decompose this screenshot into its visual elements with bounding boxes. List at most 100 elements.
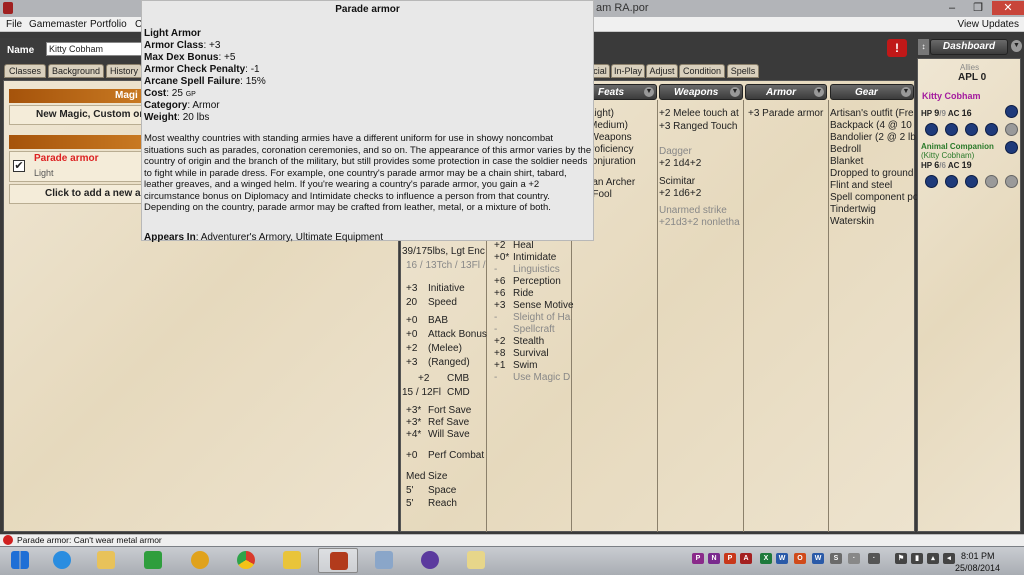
tray-app-icon[interactable]: ·	[868, 553, 880, 564]
tray-app-icon[interactable]: S	[830, 553, 842, 564]
tab-background[interactable]: Background	[48, 64, 104, 78]
tab-history[interactable]: History	[106, 64, 142, 78]
stat-label[interactable]: Size	[428, 471, 447, 482]
network-icon[interactable]: ▴	[927, 553, 939, 564]
taskbar-herolab[interactable]	[318, 548, 358, 573]
stat-label[interactable]: (Ranged)	[428, 357, 470, 368]
skill-label[interactable]: Perception	[513, 276, 561, 287]
stat-label[interactable]: Will Save	[428, 429, 470, 440]
tab-classes[interactable]: Classes	[4, 64, 46, 78]
stat-label[interactable]: Attack Bonus	[428, 329, 487, 340]
skill-label[interactable]: Swim	[513, 360, 537, 371]
close-button[interactable]: ✕	[992, 1, 1024, 15]
chevron-down-icon[interactable]: ▼	[1011, 40, 1022, 52]
gear-item[interactable]: Waterskin	[830, 216, 874, 227]
ally-name[interactable]: Kitty Cobham	[922, 91, 981, 101]
taskbar-app-notes[interactable]	[456, 548, 496, 573]
stat-label[interactable]: Perf Combat	[428, 450, 484, 461]
taskbar-app-circle[interactable]	[410, 548, 450, 573]
weapon-line[interactable]: +3 Ranged Touch	[659, 121, 738, 132]
stat-label[interactable]: Speed	[428, 297, 457, 308]
ally-portrait-icon[interactable]	[1005, 105, 1018, 118]
shield-icon[interactable]	[965, 175, 978, 188]
gear-item[interactable]: Bandolier (2 @ 2 lb	[830, 132, 916, 143]
stat-label[interactable]: BAB	[428, 315, 448, 326]
skill-label[interactable]: Ride	[513, 288, 534, 299]
gear-item[interactable]: Tindertwig	[830, 204, 876, 215]
weapon-line[interactable]: +2 1d6+2	[659, 188, 701, 199]
menu-file[interactable]: File	[6, 19, 22, 30]
taskbar-app-gold[interactable]	[180, 548, 220, 573]
flag-icon[interactable]: ⚑	[895, 553, 907, 564]
stat-label[interactable]: Space	[428, 485, 456, 496]
dashboard-button[interactable]: Dashboard	[930, 39, 1008, 55]
weapon-line[interactable]: +2 Melee touch at	[659, 108, 739, 119]
name-field[interactable]: Kitty Cobham	[46, 42, 143, 56]
alert-icon[interactable]: !	[887, 39, 907, 57]
gear-item[interactable]: Artisan's outfit (Fre	[830, 108, 914, 119]
panel-toggle-icon[interactable]: ↕	[918, 39, 929, 55]
gear-item[interactable]: Blanket	[830, 156, 863, 167]
stat-label[interactable]: Fort Save	[428, 405, 471, 416]
clock-time[interactable]: 8:01 PM	[961, 551, 995, 561]
skill-label[interactable]: Sleight of Ha	[513, 312, 570, 323]
stat-label[interactable]: CMB	[447, 373, 469, 384]
skill-label[interactable]: Survival	[513, 348, 549, 359]
skill-label[interactable]: Sense Motive	[513, 300, 574, 311]
tray-app-icon[interactable]: A	[740, 553, 752, 564]
tray-app-icon[interactable]: X	[760, 553, 772, 564]
tray-app-icon[interactable]: N	[708, 553, 720, 564]
taskbar-store[interactable]	[133, 548, 173, 573]
chevron-down-icon[interactable]: ▼	[730, 87, 740, 97]
stat-label[interactable]: Reach	[428, 498, 457, 509]
chevron-down-icon[interactable]: ▼	[901, 87, 911, 97]
taskbar-app-v[interactable]	[272, 548, 312, 573]
tab-in-play[interactable]: In-Play	[611, 64, 645, 78]
equipped-checkbox[interactable]: ✔	[13, 160, 25, 172]
stat-label[interactable]: Initiative	[428, 283, 465, 294]
armor-list-item[interactable]: +3 Parade armor	[748, 108, 823, 119]
taskbar-ie[interactable]	[42, 548, 82, 573]
tab-condition[interactable]: Condition	[679, 64, 725, 78]
chevron-down-icon[interactable]: ▼	[644, 87, 654, 97]
skill-label[interactable]: Linguistics	[513, 264, 560, 275]
star-icon[interactable]	[925, 123, 938, 136]
volume-icon[interactable]: ◂	[943, 553, 955, 564]
weapons-header[interactable]: Weapons ▼	[659, 84, 743, 100]
shield-icon[interactable]	[965, 123, 978, 136]
gear-item[interactable]: Spell component po	[830, 192, 918, 203]
tray-app-icon[interactable]: W	[812, 553, 824, 564]
skill-label[interactable]: Heal	[513, 240, 534, 251]
start-button[interactable]	[0, 548, 40, 573]
weapon-line[interactable]: Scimitar	[659, 176, 695, 187]
skill-label[interactable]: Stealth	[513, 336, 544, 347]
globe-icon[interactable]	[985, 123, 998, 136]
stat-label[interactable]: CMD	[447, 387, 470, 398]
tray-app-icon[interactable]: W	[776, 553, 788, 564]
companion-name[interactable]: Animal Companion	[921, 142, 994, 151]
info-icon[interactable]	[945, 123, 958, 136]
weapon-line[interactable]: Dagger	[659, 146, 692, 157]
menu-gamemaster[interactable]: Gamemaster	[29, 19, 87, 30]
tray-app-icon[interactable]: ·	[848, 553, 860, 564]
taskbar-explorer[interactable]	[86, 548, 126, 573]
skill-label[interactable]: Spellcraft	[513, 324, 555, 335]
tab-adjust[interactable]: Adjust	[646, 64, 678, 78]
gear-header[interactable]: Gear ▼	[830, 84, 914, 100]
weapon-line[interactable]: Unarmed strike	[659, 205, 727, 216]
info-icon[interactable]	[945, 175, 958, 188]
tray-app-icon[interactable]: P	[724, 553, 736, 564]
chevron-down-icon[interactable]: ▼	[814, 87, 824, 97]
skill-label[interactable]: Intimidate	[513, 252, 556, 263]
skill-label[interactable]: Use Magic D	[513, 372, 570, 383]
battery-icon[interactable]: ▮	[911, 553, 923, 564]
gear-item[interactable]: Backpack (4 @ 10	[830, 120, 912, 131]
taskbar-app-screen[interactable]	[364, 548, 404, 573]
maximize-button[interactable]: ❐	[966, 1, 990, 15]
armor-header[interactable]: Armor ▼	[745, 84, 827, 100]
menu-portfolio[interactable]: Portfolio	[90, 19, 127, 30]
star-icon[interactable]	[925, 175, 938, 188]
tray-app-icon[interactable]: O	[794, 553, 806, 564]
tab-spells[interactable]: Spells	[727, 64, 759, 78]
companion-portrait-icon[interactable]	[1005, 141, 1018, 154]
